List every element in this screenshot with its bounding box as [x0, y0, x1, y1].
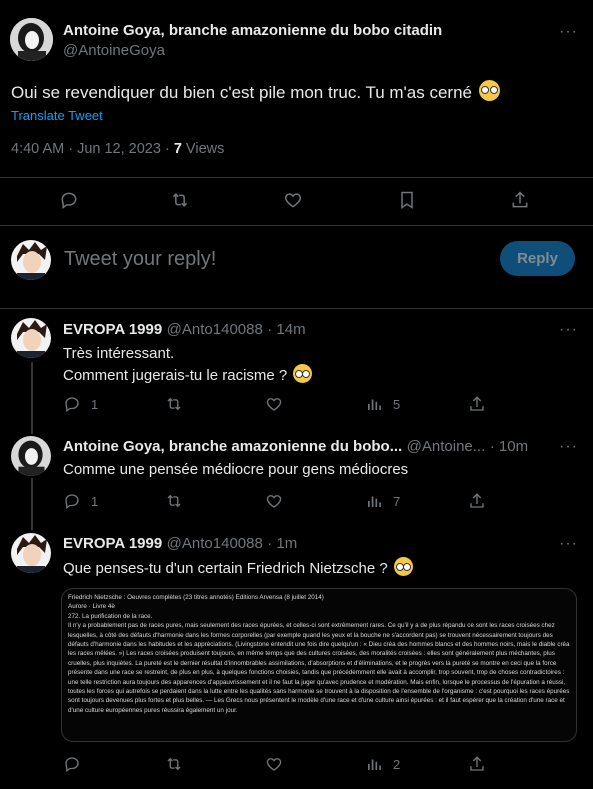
more-icon[interactable]: ··· — [559, 24, 578, 40]
views-button[interactable]: 5 — [365, 395, 400, 413]
bookmark-icon — [401, 191, 413, 209]
reply-header: EVROPA 1999 @Anto140088 · 14m — [63, 321, 306, 339]
divider — [0, 225, 593, 226]
timestamp[interactable]: 4:40 AM · Jun 12, 2023 · — [11, 141, 174, 157]
share-button[interactable] — [468, 395, 486, 413]
share-icon — [470, 396, 484, 411]
reply-button[interactable] — [63, 755, 81, 773]
share-button[interactable] — [468, 492, 486, 510]
like-icon — [266, 398, 282, 411]
like-button[interactable] — [265, 395, 283, 413]
reply-line: Très intéressant. — [63, 345, 175, 362]
excerpt-header: Friedrich Nietzsche : Oeuvres complètes … — [68, 594, 324, 601]
reply-button[interactable]: 1 — [63, 492, 98, 510]
reply-line-with-emoji: Comment jugerais-tu le racisme ? — [63, 364, 313, 386]
like-button[interactable] — [265, 755, 283, 773]
avatar-evropa[interactable] — [11, 533, 51, 573]
like-icon — [266, 495, 282, 508]
divider — [0, 177, 593, 178]
views-icon — [368, 759, 381, 770]
reply-time[interactable]: · 14m — [267, 321, 305, 338]
retweet-icon — [167, 494, 181, 508]
retweet-icon — [172, 193, 188, 207]
reply-button[interactable] — [59, 190, 79, 210]
reply-author-handle[interactable]: @Anto140088 — [167, 535, 263, 552]
views-label: Views — [181, 141, 225, 157]
tweet-meta: 4:40 AM · Jun 12, 2023 · 7 Views — [11, 141, 224, 157]
retweet-button[interactable] — [165, 395, 183, 413]
reply-author-name[interactable]: EVROPA 1999 — [63, 321, 162, 338]
views-icon — [368, 399, 381, 410]
reply-text: Comme une pensée médiocre pour gens médi… — [63, 460, 408, 480]
retweet-icon — [167, 397, 181, 411]
reply-input[interactable]: Tweet your reply! — [64, 248, 216, 271]
reply-author-name[interactable]: EVROPA 1999 — [63, 535, 162, 552]
reply-text: Que penses-tu d'un certain Friedrich Nie… — [63, 557, 413, 579]
excerpt-book: Aurore · Livre 4è — [68, 603, 115, 611]
excerpt-body: Il n'y a probablement pas de races pures… — [68, 622, 570, 714]
bookmark-button[interactable] — [397, 190, 417, 210]
reply-icon — [65, 757, 79, 773]
more-icon[interactable]: ··· — [559, 439, 578, 455]
more-icon[interactable]: ··· — [559, 322, 578, 338]
retweet-button[interactable] — [165, 492, 183, 510]
reply-icon — [61, 192, 77, 209]
avatar-antoine[interactable] — [10, 18, 53, 61]
avatar-evropa[interactable] — [11, 240, 51, 280]
views-count: 7 — [393, 493, 401, 509]
views-count: 2 — [393, 756, 401, 772]
reply-time[interactable]: · 10m — [490, 438, 528, 455]
share-icon — [470, 493, 484, 508]
views-icon — [368, 496, 381, 507]
share-button[interactable] — [510, 190, 530, 210]
emoji-nerd-icon — [478, 80, 500, 101]
reply-text: Très intéressant. Comment jugerais-tu le… — [63, 344, 313, 386]
views-count: 5 — [393, 396, 401, 412]
reply-author-handle[interactable]: @Anto140088 — [167, 321, 263, 338]
views-count: 7 — [173, 141, 182, 157]
reply-line: Comment jugerais-tu le racisme ? — [63, 367, 288, 384]
reply-count: 1 — [91, 396, 99, 412]
like-icon — [266, 758, 282, 771]
author-name[interactable]: Antoine Goya, branche amazonienne du bob… — [63, 22, 442, 39]
avatar-evropa[interactable] — [11, 318, 51, 358]
attached-image-excerpt[interactable]: Friedrich Nietzsche : Oeuvres complètes … — [61, 588, 577, 742]
share-icon — [470, 756, 484, 771]
reply-count: 1 — [91, 493, 99, 509]
translate-link[interactable]: Translate Tweet — [11, 108, 103, 123]
thread-line — [31, 362, 33, 434]
reply-submit-button[interactable]: Reply — [500, 241, 575, 276]
thread-line — [31, 478, 33, 530]
like-button[interactable] — [265, 492, 283, 510]
retweet-button[interactable] — [170, 190, 190, 210]
views-button[interactable]: 7 — [365, 492, 400, 510]
like-icon — [284, 193, 302, 208]
avatar-antoine[interactable] — [11, 436, 51, 476]
views-button[interactable]: 2 — [365, 755, 400, 773]
divider — [0, 308, 593, 309]
reply-header: EVROPA 1999 @Anto140088 · 1m — [63, 535, 297, 553]
reply-header: Antoine Goya, branche amazonienne du bob… — [63, 438, 528, 456]
emoji-nerd-icon — [293, 364, 313, 383]
reply-line: Comme une pensée médiocre pour gens médi… — [63, 461, 409, 478]
retweet-icon — [167, 757, 181, 771]
excerpt-section: 272. La purification de la race. — [68, 612, 153, 620]
more-icon[interactable]: ··· — [559, 536, 578, 552]
reply-time[interactable]: · 1m — [267, 535, 297, 552]
author-handle[interactable]: @AntoineGoya — [63, 42, 165, 59]
share-icon — [512, 191, 528, 208]
like-button[interactable] — [283, 190, 303, 210]
reply-author-name[interactable]: Antoine Goya, branche amazonienne du bob… — [63, 438, 402, 455]
retweet-button[interactable] — [165, 755, 183, 773]
reply-author-handle[interactable]: @Antoine... — [407, 438, 486, 455]
reply-button[interactable]: 1 — [63, 395, 98, 413]
reply-icon — [65, 397, 79, 413]
emoji-nerd-icon — [393, 557, 413, 576]
tweet-text: Oui se revendiquer du bien c'est pile mo… — [11, 80, 500, 103]
reply-icon — [65, 494, 79, 510]
tweet-text-content: Oui se revendiquer du bien c'est pile mo… — [11, 83, 473, 102]
share-button[interactable] — [468, 755, 486, 773]
reply-line: Que penses-tu d'un certain Friedrich Nie… — [63, 560, 388, 577]
